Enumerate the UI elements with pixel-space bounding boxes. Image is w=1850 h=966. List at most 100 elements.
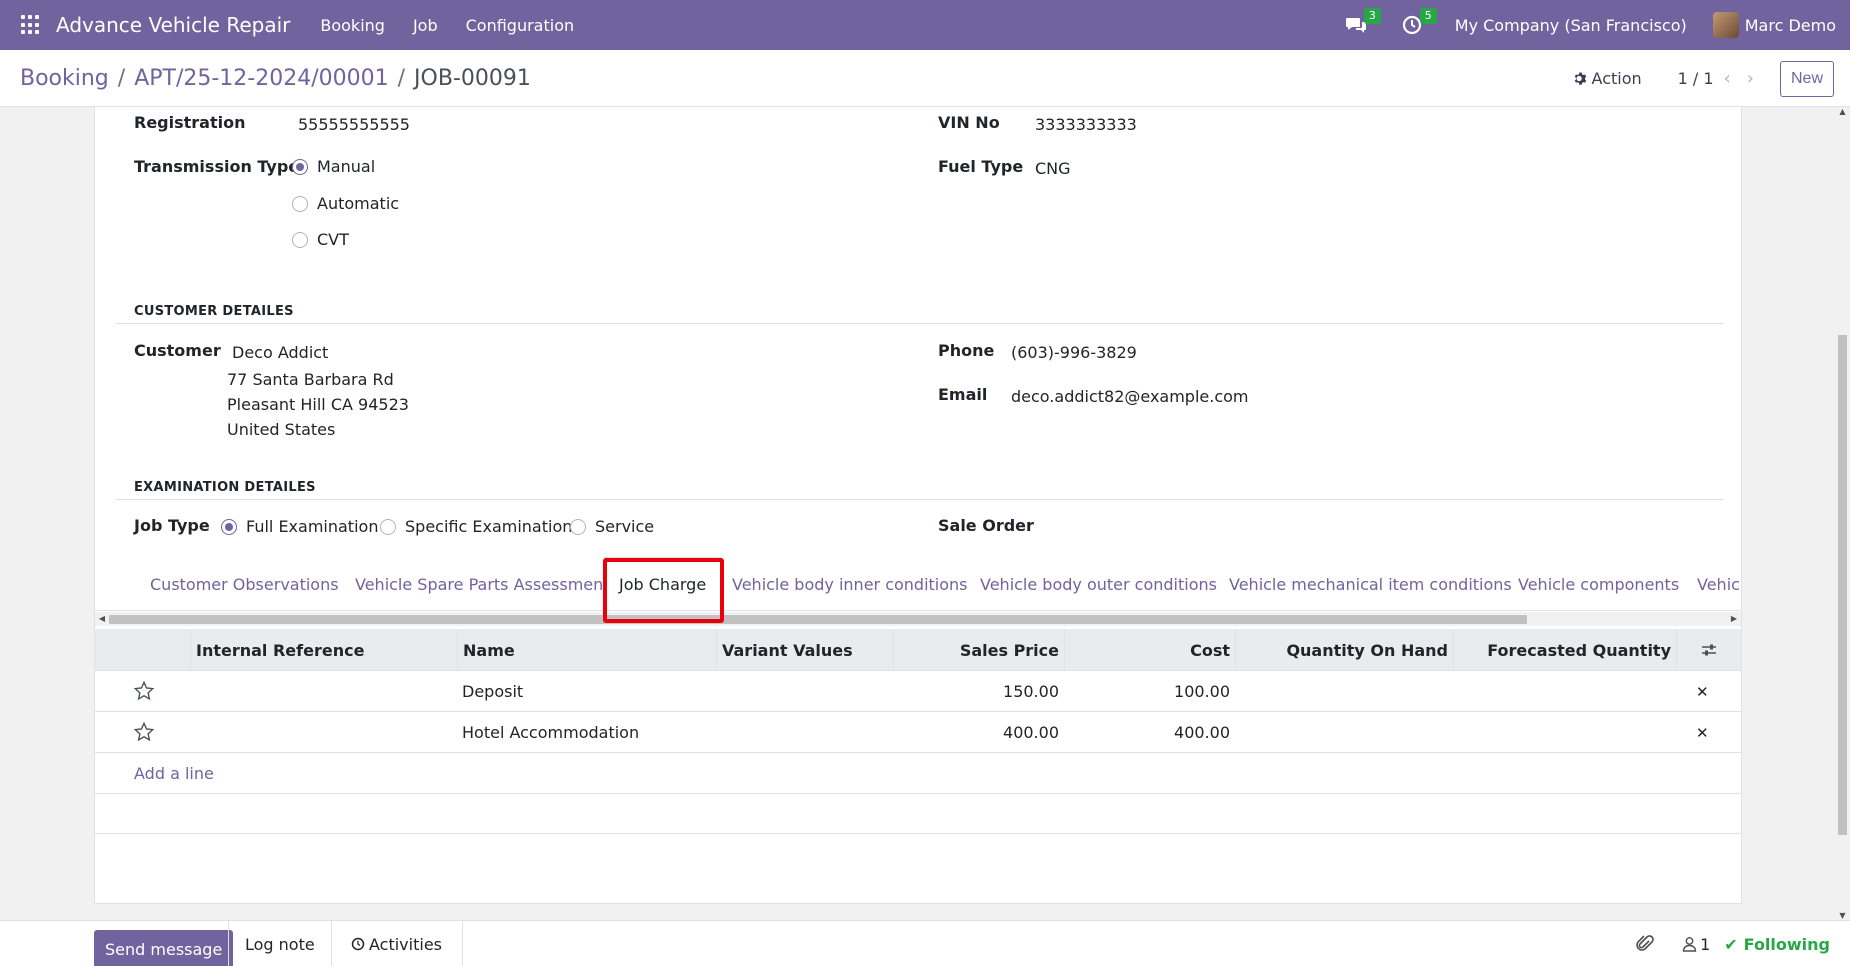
vin-field[interactable]: 3333333333 [1035,115,1137,134]
followers-button[interactable]: 1 [1682,935,1710,954]
pager-previous-icon[interactable]: ‹ [1724,68,1731,89]
user-avatar[interactable] [1712,12,1739,38]
activities-clock-icon[interactable]: 5 [1399,8,1437,38]
activities-button[interactable]: Activities [331,921,463,966]
paperclip-icon[interactable] [1636,934,1654,954]
job-type-label: Job Type [134,516,210,535]
radio-label: CVT [317,230,349,249]
email-field[interactable]: deco.addict82@example.com [1011,387,1249,406]
menu-job[interactable]: Job [413,16,438,35]
scroll-right-icon[interactable]: ▶ [1727,612,1741,626]
tab-vehicle-body-outer-conditions[interactable]: Vehicle body outer conditions [980,557,1217,610]
cell-sales-price[interactable]: 400.00 [893,712,1059,753]
tab-overflow[interactable]: Vehicl [1697,557,1741,610]
send-message-button[interactable]: Send message [94,930,234,966]
tab-customer-observations[interactable]: Customer Observations [150,557,339,610]
cell-cost[interactable]: 400.00 [1064,712,1230,753]
cell-internal-reference[interactable] [195,671,453,712]
activities-count-badge: 5 [1419,8,1437,24]
transmission-radio-manual[interactable]: Manual [292,157,375,176]
customer-country: United States [227,420,336,439]
cell-variant-values[interactable] [721,712,893,753]
star-icon[interactable] [133,721,155,743]
cell-quantity-on-hand[interactable] [1235,712,1448,753]
col-cost[interactable]: Cost [1064,629,1235,671]
table-row[interactable]: Deposit 150.00 100.00 ✕ [95,671,1741,712]
delete-row-icon[interactable]: ✕ [1696,724,1709,742]
menu-configuration[interactable]: Configuration [466,16,575,35]
transmission-radio-cvt[interactable]: CVT [292,230,349,249]
cell-cost[interactable]: 100.00 [1064,671,1230,712]
cell-forecasted-quantity[interactable] [1453,671,1671,712]
pager-value[interactable]: 1 / 1 [1678,69,1714,88]
breadcrumb-separator: / [117,65,126,91]
messages-icon[interactable]: 3 [1343,8,1381,38]
log-note-button[interactable]: Log note [228,921,332,966]
cell-sales-price[interactable]: 150.00 [893,671,1059,712]
col-name[interactable]: Name [457,629,716,671]
scrollbar-thumb[interactable] [1838,335,1847,835]
app-name[interactable]: Advance Vehicle Repair [56,13,290,37]
page-vertical-scrollbar[interactable]: ▲ ▼ [1835,107,1850,920]
scroll-down-icon[interactable]: ▼ [1835,911,1850,920]
breadcrumb-booking[interactable]: Booking [20,66,109,91]
email-label: Email [938,385,988,404]
job-charge-table: Internal Reference Name Variant Values S… [95,629,1741,834]
cell-name[interactable]: Deposit [462,671,716,712]
phone-field[interactable]: (603)-996-3829 [1011,343,1137,362]
apps-grid-icon[interactable] [21,15,41,35]
cell-quantity-on-hand[interactable] [1235,671,1448,712]
radio-unchecked-icon [292,195,308,212]
job-type-radio-specific-examination[interactable]: Specific Examination [380,517,572,536]
pager-next-icon[interactable]: › [1747,68,1754,89]
customer-name-field[interactable]: Deco Addict [232,343,328,362]
scroll-left-icon[interactable]: ◀ [95,612,109,626]
tab-vehicle-components[interactable]: Vehicle components [1518,557,1679,610]
control-panel: Booking / APT/25-12-2024/00001 / JOB-000… [0,50,1850,107]
delete-row-icon[interactable]: ✕ [1696,683,1709,701]
col-sales-price[interactable]: Sales Price [893,629,1064,671]
radio-checked-icon [292,158,308,175]
cell-forecasted-quantity[interactable] [1453,712,1671,753]
cell-internal-reference[interactable] [195,712,453,753]
table-row[interactable]: Hotel Accommodation 400.00 400.00 ✕ [95,712,1741,753]
user-menu[interactable]: Marc Demo [1745,16,1836,35]
user-icon [1682,937,1697,952]
new-button[interactable]: New [1779,60,1834,97]
following-button[interactable]: ✔ Following [1724,935,1830,954]
tabs-horizontal-scrollbar[interactable]: ◀ ▶ [95,612,1741,626]
col-forecasted-quantity[interactable]: Forecasted Quantity [1453,629,1676,671]
scrollbar-thumb[interactable] [109,615,1527,624]
col-variant-values[interactable]: Variant Values [716,629,893,671]
breadcrumb-current: JOB-00091 [414,65,531,91]
following-label: Following [1743,934,1830,954]
action-label: Action [1591,69,1642,88]
section-divider [115,323,1723,324]
messages-count-badge: 3 [1363,8,1381,24]
radio-unchecked-icon [292,231,308,248]
star-icon[interactable] [133,680,155,702]
radio-label: Service [595,517,655,536]
radio-label: Automatic [317,194,400,213]
company-switcher[interactable]: My Company (San Francisco) [1455,16,1687,35]
optional-columns-toggle[interactable] [1676,629,1741,671]
tab-vehicle-mechanical-item-conditions[interactable]: Vehicle mechanical item conditions [1229,557,1512,610]
breadcrumb-appointment[interactable]: APT/25-12-2024/00001 [134,66,388,91]
scroll-up-icon[interactable]: ▲ [1835,107,1850,116]
cell-name[interactable]: Hotel Accommodation [462,712,716,753]
add-line-link[interactable]: Add a line [134,753,214,794]
tab-vehicle-spare-parts-assessment[interactable]: Vehicle Spare Parts Assessment [355,557,610,610]
transmission-radio-automatic[interactable]: Automatic [292,194,399,213]
col-quantity-on-hand[interactable]: Quantity On Hand [1235,629,1453,671]
fuel-type-field[interactable]: CNG [1035,159,1071,178]
tab-job-charge[interactable]: Job Charge [604,557,722,610]
radio-checked-icon [221,518,237,535]
tab-vehicle-body-inner-conditions[interactable]: Vehicle body inner conditions [732,557,968,610]
col-internal-reference[interactable]: Internal Reference [190,629,453,671]
action-button[interactable]: Action [1573,69,1642,88]
registration-field[interactable]: 55555555555 [298,115,410,134]
cell-variant-values[interactable] [721,671,893,712]
menu-booking[interactable]: Booking [320,16,385,35]
job-type-radio-service[interactable]: Service [570,517,654,536]
job-type-radio-full-examination[interactable]: Full Examination [221,517,378,536]
